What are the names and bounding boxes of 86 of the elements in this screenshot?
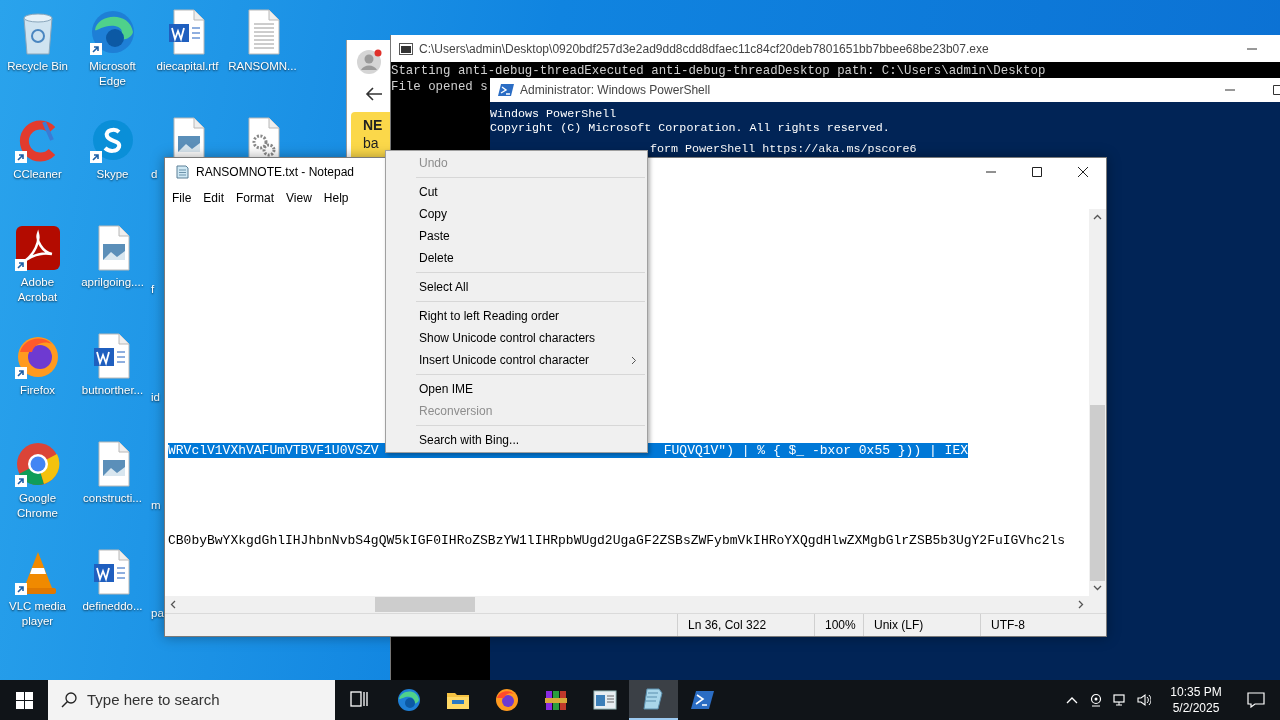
status-text: UTF-8 (991, 617, 1025, 634)
menu-item[interactable]: Select All (386, 276, 647, 298)
desktop-icon-label[interactable]: Skype (96, 167, 129, 182)
chevron-right-icon (631, 355, 637, 365)
status-text: Ln 36, Col 322 (688, 617, 767, 634)
banner-text: ba (363, 134, 380, 152)
desktop-icon-label[interactable]: Firefox (19, 383, 56, 398)
scroll-left-icon[interactable] (169, 600, 178, 609)
desktop-icon-label[interactable]: pa (151, 606, 164, 621)
notepad-icon (641, 687, 666, 711)
desktop-icon-label[interactable]: defineddo... (82, 599, 143, 614)
desktop-icon-label[interactable]: Recycle Bin (7, 59, 68, 74)
banner-text: NE (363, 116, 384, 134)
console-text: Copyright (C) Microsoft Corporation. All rights reserved. (490, 121, 890, 135)
menu-item[interactable]: View (280, 188, 318, 207)
code-text: WRVclV1VXhVAFUmVTBVF1U0VSZV (168, 443, 379, 458)
menu-item[interactable]: Paste (386, 225, 647, 247)
chrome-browser-icon[interactable] (13, 440, 62, 488)
code-text: CB0byBwYXkgdGhlIHJhbnNvbS4gQW5kIGF0IHRoZSBzYW1lIHRpbWUgd2UgaGF2ZSBsZWFybmVkIHRoYXQgdHlwZXMgbGlrZSB5b3UgY2FuIGVhc2ls (168, 533, 1066, 548)
menu-item[interactable]: Copy (386, 203, 647, 225)
close-icon (1077, 166, 1089, 178)
menu-item[interactable]: Format (230, 188, 281, 207)
search-icon (61, 692, 77, 708)
swirl-browser-icon (396, 688, 421, 712)
menu-item[interactable]: Open IME (386, 378, 647, 400)
maximize-icon[interactable] (1272, 84, 1280, 96)
desktop-icon-label[interactable]: butnorther... (81, 383, 144, 398)
menu-item[interactable]: Search with Bing... (386, 429, 647, 451)
desktop-icon-label[interactable]: constructi... (83, 491, 142, 506)
horizontal-scrollbar[interactable] (165, 596, 1106, 613)
menu-item[interactable]: Cut (386, 181, 647, 203)
status-text: Unix (LF) (874, 617, 924, 634)
powershell-icon (690, 688, 715, 712)
powershell-icon (498, 83, 514, 97)
console-text: Windows PowerShell (490, 107, 617, 121)
webcam-icon[interactable] (1089, 693, 1103, 707)
taskbar-button[interactable] (629, 680, 678, 720)
desktop-icon-label[interactable]: RANSOMN... (228, 59, 297, 74)
swirl-browser-icon[interactable] (88, 8, 137, 56)
maximize-icon (1031, 166, 1043, 178)
console-text: Starting anti-debug-threadExecuted anti-debug-threadDesktop path: C:\Users\admin\Desktop (391, 63, 1046, 79)
books-archive-icon (543, 688, 568, 712)
scroll-down-icon[interactable] (1093, 583, 1102, 592)
menu-item[interactable]: Delete (386, 247, 647, 269)
status-text: 100% (825, 617, 856, 634)
scrollbar-thumb[interactable] (1090, 405, 1105, 581)
desktop-icon-label[interactable]: d (151, 167, 158, 182)
menu-item[interactable]: Right to left Reading order (386, 305, 647, 327)
clock-button[interactable]: 10:35 PM 5/2/2025 (1160, 680, 1232, 720)
notepad-icon (174, 164, 190, 180)
network-icon[interactable] (1113, 693, 1127, 707)
menu-item[interactable]: Show Unicode control characters (386, 327, 647, 349)
menu-item[interactable]: Insert Unicode control character (386, 349, 647, 371)
avatar-icon[interactable] (356, 49, 382, 75)
console-text: File opened s (391, 79, 488, 95)
console-text: form PowerShell https://aka.ms/pscore6 (650, 142, 917, 156)
app-window-icon (592, 688, 617, 712)
scroll-right-icon[interactable] (1076, 600, 1085, 609)
window-title: Administrator: Windows PowerShell (520, 82, 711, 99)
desktop-icon-label[interactable]: Adobe Acrobat (0, 275, 75, 305)
window-title: C:\Users\admin\Desktop\0920bdf257d3e2ad9dd8cdd8dfaec11c84cf20deb7801651bb7bbee68be23b07.exe (419, 40, 989, 58)
notification-icon[interactable] (1247, 692, 1265, 708)
desktop-icon-label[interactable]: aprilgoing.... (81, 275, 144, 290)
desktop-icon-label[interactable]: VLC media player (0, 599, 75, 629)
desktop-icon-label[interactable]: Microsoft Edge (75, 59, 150, 89)
desktop-icon-label[interactable]: diecapital.rtf (156, 59, 219, 74)
volume-icon[interactable] (1137, 693, 1151, 707)
search-field[interactable]: Type here to search (48, 680, 335, 720)
scroll-up-icon[interactable] (1093, 213, 1102, 222)
scrollbar-thumb[interactable] (375, 597, 475, 612)
code-text: FUQVQ1V") | % { $_ -bxor 0x55 })) | IEX (663, 443, 968, 458)
menu-item[interactable]: File (166, 188, 198, 207)
window-title: RANSOMNOTE.txt - Notepad (196, 164, 355, 181)
desktop-icon-label[interactable]: m (151, 498, 161, 513)
pdf-app-icon[interactable] (13, 224, 62, 272)
desktop-icon-label[interactable]: id (151, 390, 160, 405)
menu-item[interactable]: Edit (197, 188, 231, 207)
windows-logo-icon (15, 691, 33, 709)
desktop-icon-label[interactable]: Google Chrome (0, 491, 75, 521)
desktop-icon-label[interactable]: CCleaner (13, 167, 62, 182)
vertical-scrollbar[interactable] (1089, 209, 1106, 596)
desktop-icon-label[interactable]: f (151, 282, 155, 297)
fox-browser-icon (494, 688, 519, 712)
console-app-icon (399, 42, 413, 55)
menu-item[interactable]: Help (317, 188, 355, 207)
back-arrow-icon[interactable] (364, 86, 384, 102)
